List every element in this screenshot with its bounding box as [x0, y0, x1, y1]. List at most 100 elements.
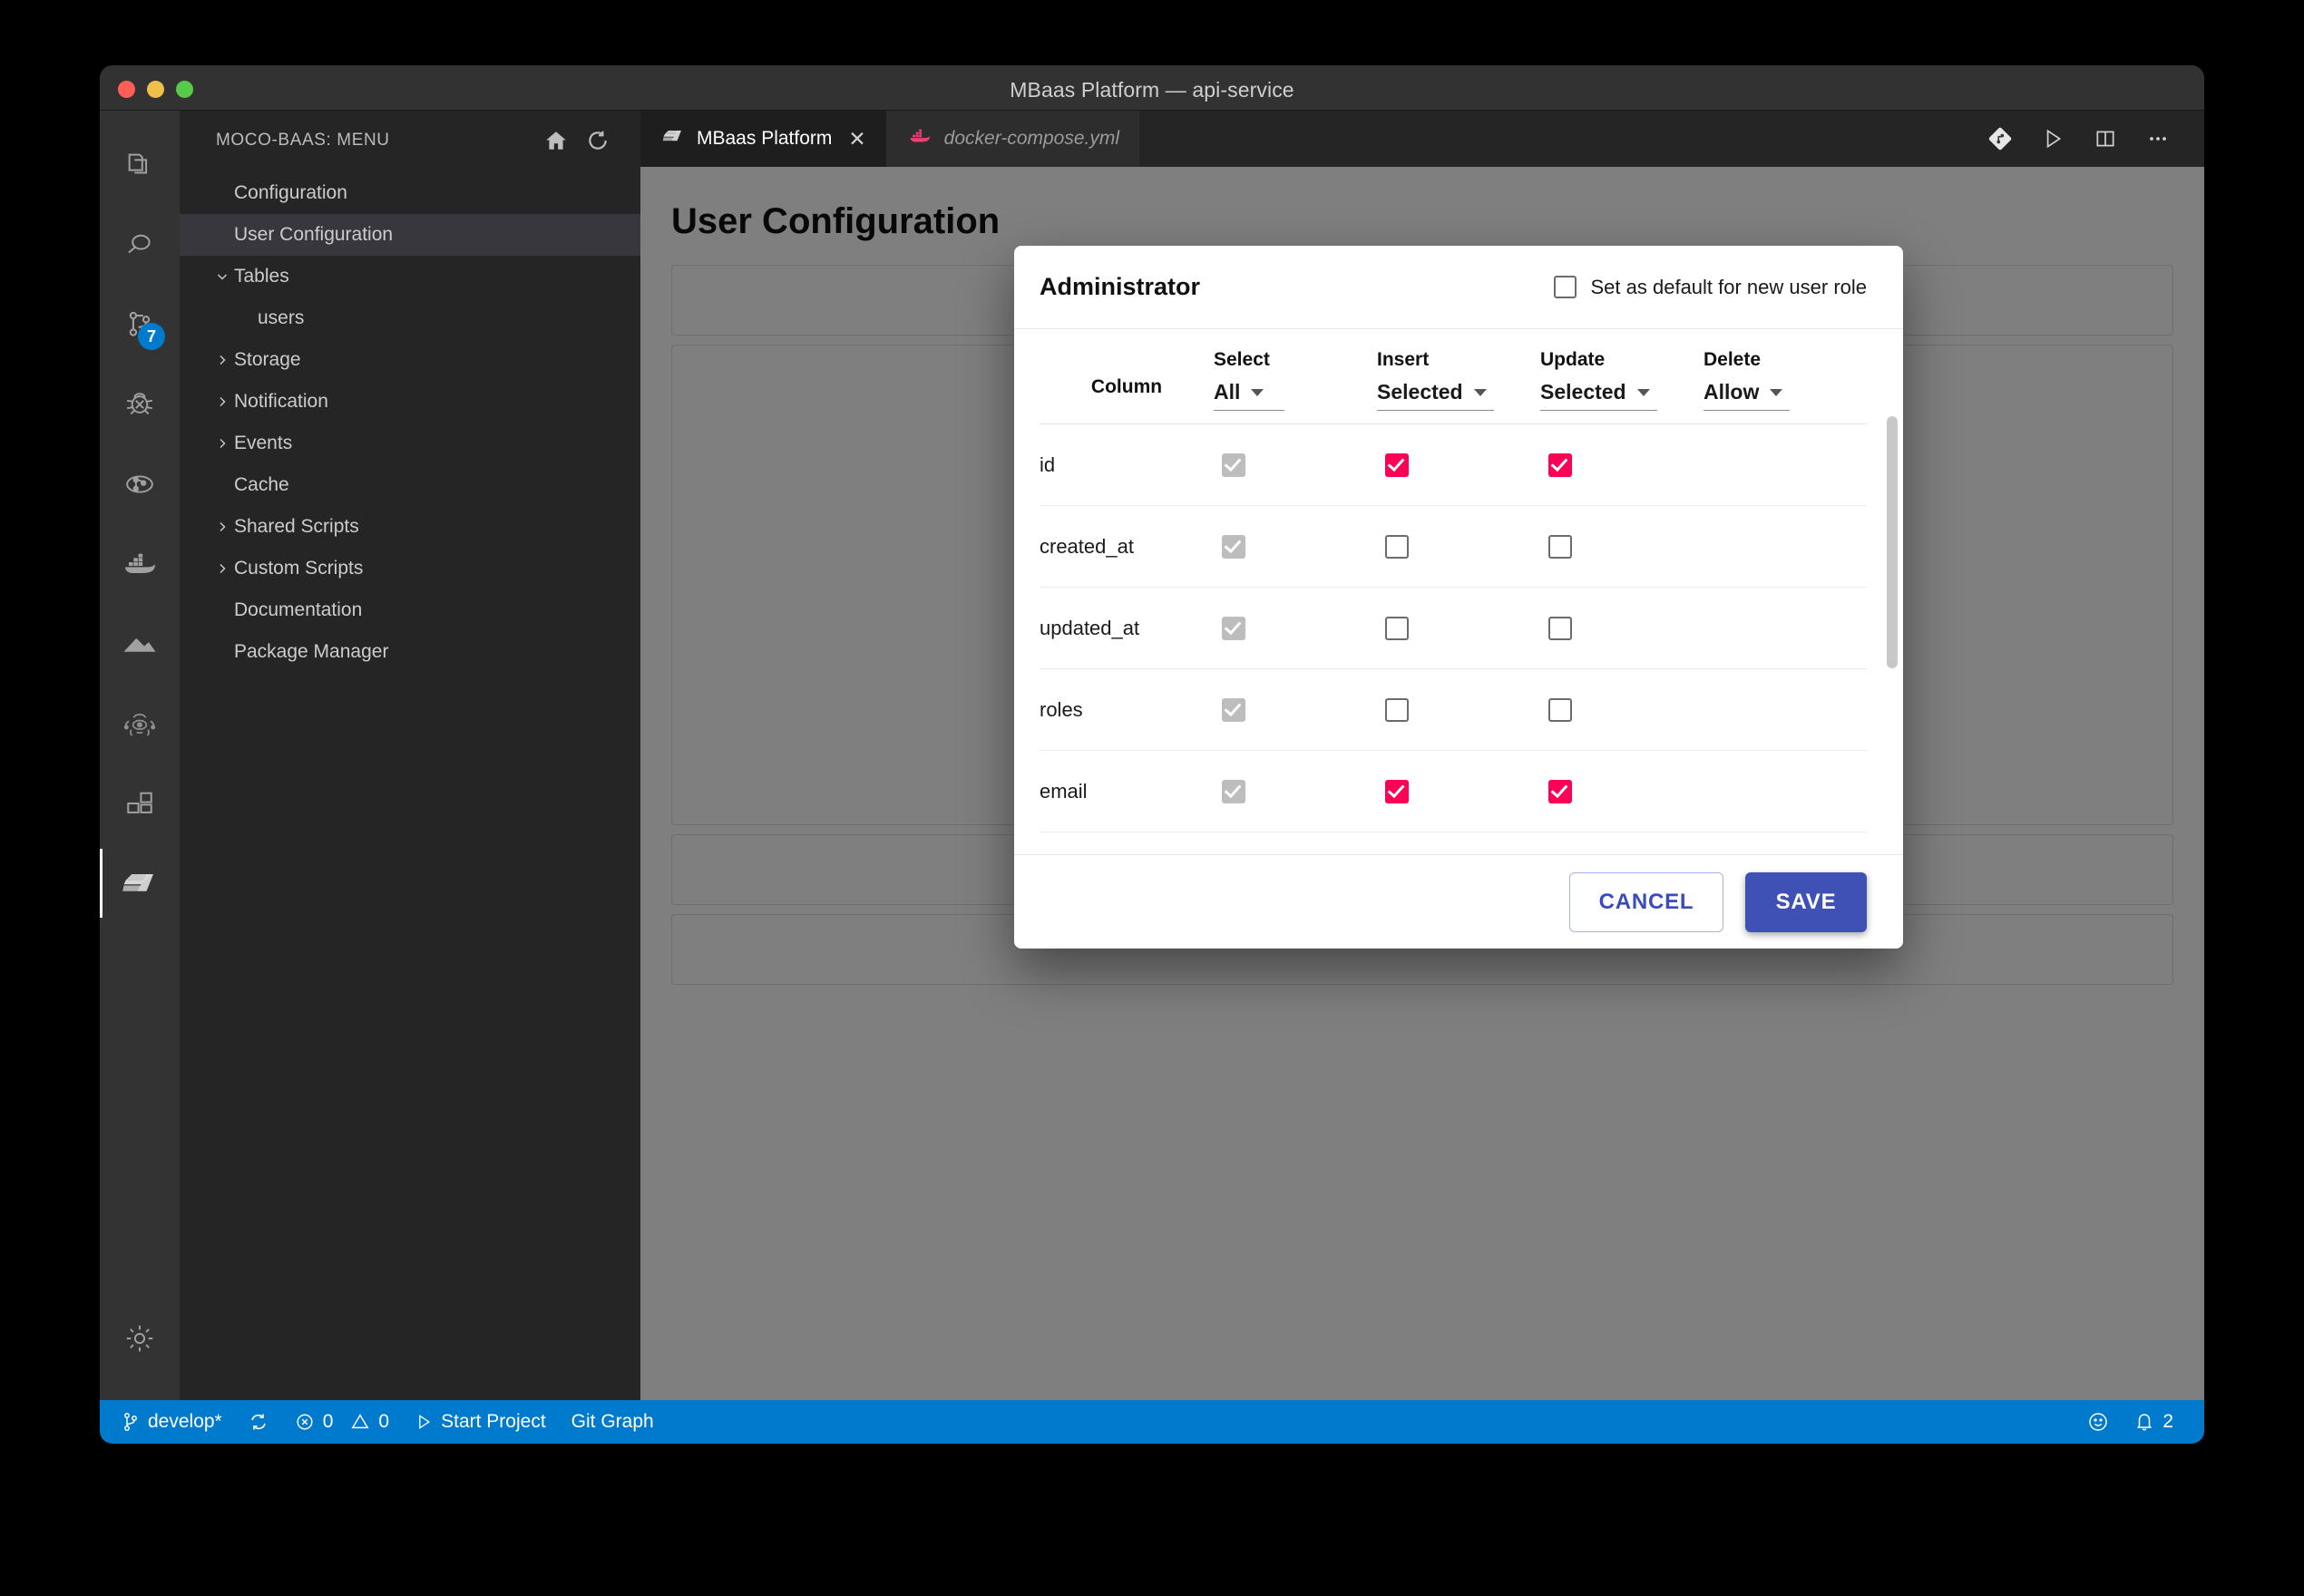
insert-permission-cell[interactable]: [1377, 832, 1540, 855]
sidebar-item-custom-scripts[interactable]: Custom Scripts: [180, 548, 640, 589]
tab-mbaas-platform[interactable]: MBaas Platform ✕: [640, 111, 886, 167]
insert-permission-checkbox[interactable]: [1385, 535, 1409, 559]
save-button[interactable]: SAVE: [1745, 872, 1867, 932]
sync-icon[interactable]: [235, 1400, 282, 1444]
table-header-update[interactable]: UpdateSelected: [1540, 329, 1704, 424]
more-actions-icon[interactable]: [2135, 111, 2181, 167]
docker-icon: [908, 127, 932, 151]
insert-permission-checkbox[interactable]: [1385, 617, 1409, 640]
update-permission-checkbox[interactable]: [1548, 535, 1572, 559]
update-permission-checkbox[interactable]: [1548, 617, 1572, 640]
select-permission-checkbox: [1222, 535, 1245, 559]
select-permission-cell: [1214, 588, 1377, 669]
sidebar-item-events[interactable]: Events: [180, 423, 640, 464]
run-and-debug-icon[interactable]: [100, 365, 180, 444]
sidebar-item-users[interactable]: users: [180, 297, 640, 339]
split-editor-icon[interactable]: [2083, 111, 2128, 167]
check-icon: [1388, 780, 1405, 797]
sidebar-item-label: Storage: [234, 349, 301, 371]
mbaas-platform-icon[interactable]: [100, 843, 180, 923]
select-mode-dropdown[interactable]: All: [1214, 380, 1284, 411]
docker-icon[interactable]: [100, 524, 180, 604]
select-permission-checkbox: [1222, 698, 1245, 722]
update-permission-checkbox[interactable]: [1548, 698, 1572, 722]
sidebar-item-notification[interactable]: Notification: [180, 381, 640, 423]
update-permission-cell[interactable]: [1540, 506, 1704, 588]
smiley-icon[interactable]: [2075, 1400, 2122, 1444]
update-permission-checkbox[interactable]: [1548, 780, 1572, 803]
status-notifications[interactable]: 2: [2122, 1400, 2186, 1444]
cancel-button[interactable]: CANCEL: [1569, 872, 1723, 932]
status-branch[interactable]: develop*: [109, 1400, 235, 1444]
table-header-delete[interactable]: DeleteAllow: [1704, 329, 1867, 424]
sidebar-item-documentation[interactable]: Documentation: [180, 589, 640, 631]
status-git-graph[interactable]: Git Graph: [559, 1400, 667, 1444]
gear-icon[interactable]: [100, 1299, 180, 1378]
status-bar: develop* 0 0: [100, 1400, 2204, 1444]
refresh-icon[interactable]: [577, 120, 619, 161]
sidebar-item-storage[interactable]: Storage: [180, 339, 640, 381]
sidebar-item-tables[interactable]: Tables: [180, 256, 640, 297]
tab-docker-compose-yml[interactable]: docker-compose.yml: [886, 111, 1139, 167]
update-permission-cell[interactable]: [1540, 669, 1704, 751]
run-icon[interactable]: [2030, 111, 2075, 167]
kubernetes-icon[interactable]: [100, 684, 180, 764]
status-problems[interactable]: 0 0: [282, 1400, 402, 1444]
git-graph-icon[interactable]: [100, 444, 180, 524]
select-permission-cell: [1214, 751, 1377, 832]
permissions-table-scroll[interactable]: ColumnSelectAllInsertSelectedUpdateSelec…: [1014, 329, 1903, 854]
status-notifications-count: 2: [2162, 1411, 2173, 1433]
insert-permission-cell[interactable]: [1377, 506, 1540, 588]
status-warnings-count: 0: [378, 1411, 389, 1433]
window-titlebar: MBaas Platform — api-service: [100, 65, 2204, 111]
set-as-default-checkbox[interactable]: Set as default for new user role: [1554, 276, 1868, 299]
checkbox-box[interactable]: [1554, 276, 1577, 298]
table-header-select[interactable]: Select All: [1214, 329, 1377, 424]
table-header-label: Select: [1214, 349, 1270, 371]
insert-mode-dropdown[interactable]: Selected: [1377, 380, 1494, 411]
update-permission-cell[interactable]: [1540, 751, 1704, 832]
update-permission-cell[interactable]: [1540, 832, 1704, 855]
table-row: created_at: [1040, 506, 1867, 588]
home-icon[interactable]: [535, 120, 577, 161]
close-icon[interactable]: ✕: [848, 129, 865, 150]
table-row: updated_at: [1040, 588, 1867, 669]
source-control-badge: 7: [138, 323, 165, 350]
status-start-project[interactable]: Start Project: [402, 1400, 559, 1444]
table-header-insert[interactable]: InsertSelected: [1377, 329, 1540, 424]
git-icon[interactable]: [1977, 111, 2023, 167]
sidebar-item-label: Notification: [234, 391, 328, 413]
insert-permission-cell[interactable]: [1377, 751, 1540, 832]
search-icon[interactable]: [100, 205, 180, 285]
insert-permission-checkbox[interactable]: [1385, 453, 1409, 477]
sidebar-item-configuration[interactable]: Configuration: [180, 172, 640, 214]
sidebar-item-label: Shared Scripts: [234, 516, 359, 538]
insert-permission-checkbox[interactable]: [1385, 698, 1409, 722]
explorer-icon[interactable]: [100, 125, 180, 205]
update-permission-cell[interactable]: [1540, 424, 1704, 506]
sidebar-item-shared-scripts[interactable]: Shared Scripts: [180, 506, 640, 548]
source-control-icon[interactable]: 7: [100, 285, 180, 365]
terraform-icon[interactable]: [100, 604, 180, 684]
extensions-icon[interactable]: [100, 764, 180, 843]
insert-permission-cell[interactable]: [1377, 669, 1540, 751]
dialog-scrollbar[interactable]: [1887, 416, 1898, 756]
update-permission-cell[interactable]: [1540, 588, 1704, 669]
chevron-down-icon: [1770, 389, 1782, 396]
check-icon: [1225, 780, 1242, 797]
sidebar-item-cache[interactable]: Cache: [180, 464, 640, 506]
sidebar-item-user-configuration[interactable]: User Configuration: [180, 214, 640, 256]
check-icon: [1551, 780, 1568, 797]
insert-permission-checkbox[interactable]: [1385, 780, 1409, 803]
dialog-scrollbar-thumb[interactable]: [1887, 416, 1898, 668]
delete-mode-dropdown[interactable]: Allow: [1704, 380, 1790, 411]
table-row: roles: [1040, 669, 1867, 751]
sidebar-item-package-manager[interactable]: Package Manager: [180, 631, 640, 673]
update-mode-dropdown[interactable]: Selected: [1540, 380, 1657, 411]
dialog-header: Administrator Set as default for new use…: [1014, 246, 1903, 329]
column-name-cell: id: [1040, 424, 1214, 506]
insert-permission-cell[interactable]: [1377, 588, 1540, 669]
editor-actions: [1977, 111, 2204, 167]
update-permission-checkbox[interactable]: [1548, 453, 1572, 477]
insert-permission-cell[interactable]: [1377, 424, 1540, 506]
